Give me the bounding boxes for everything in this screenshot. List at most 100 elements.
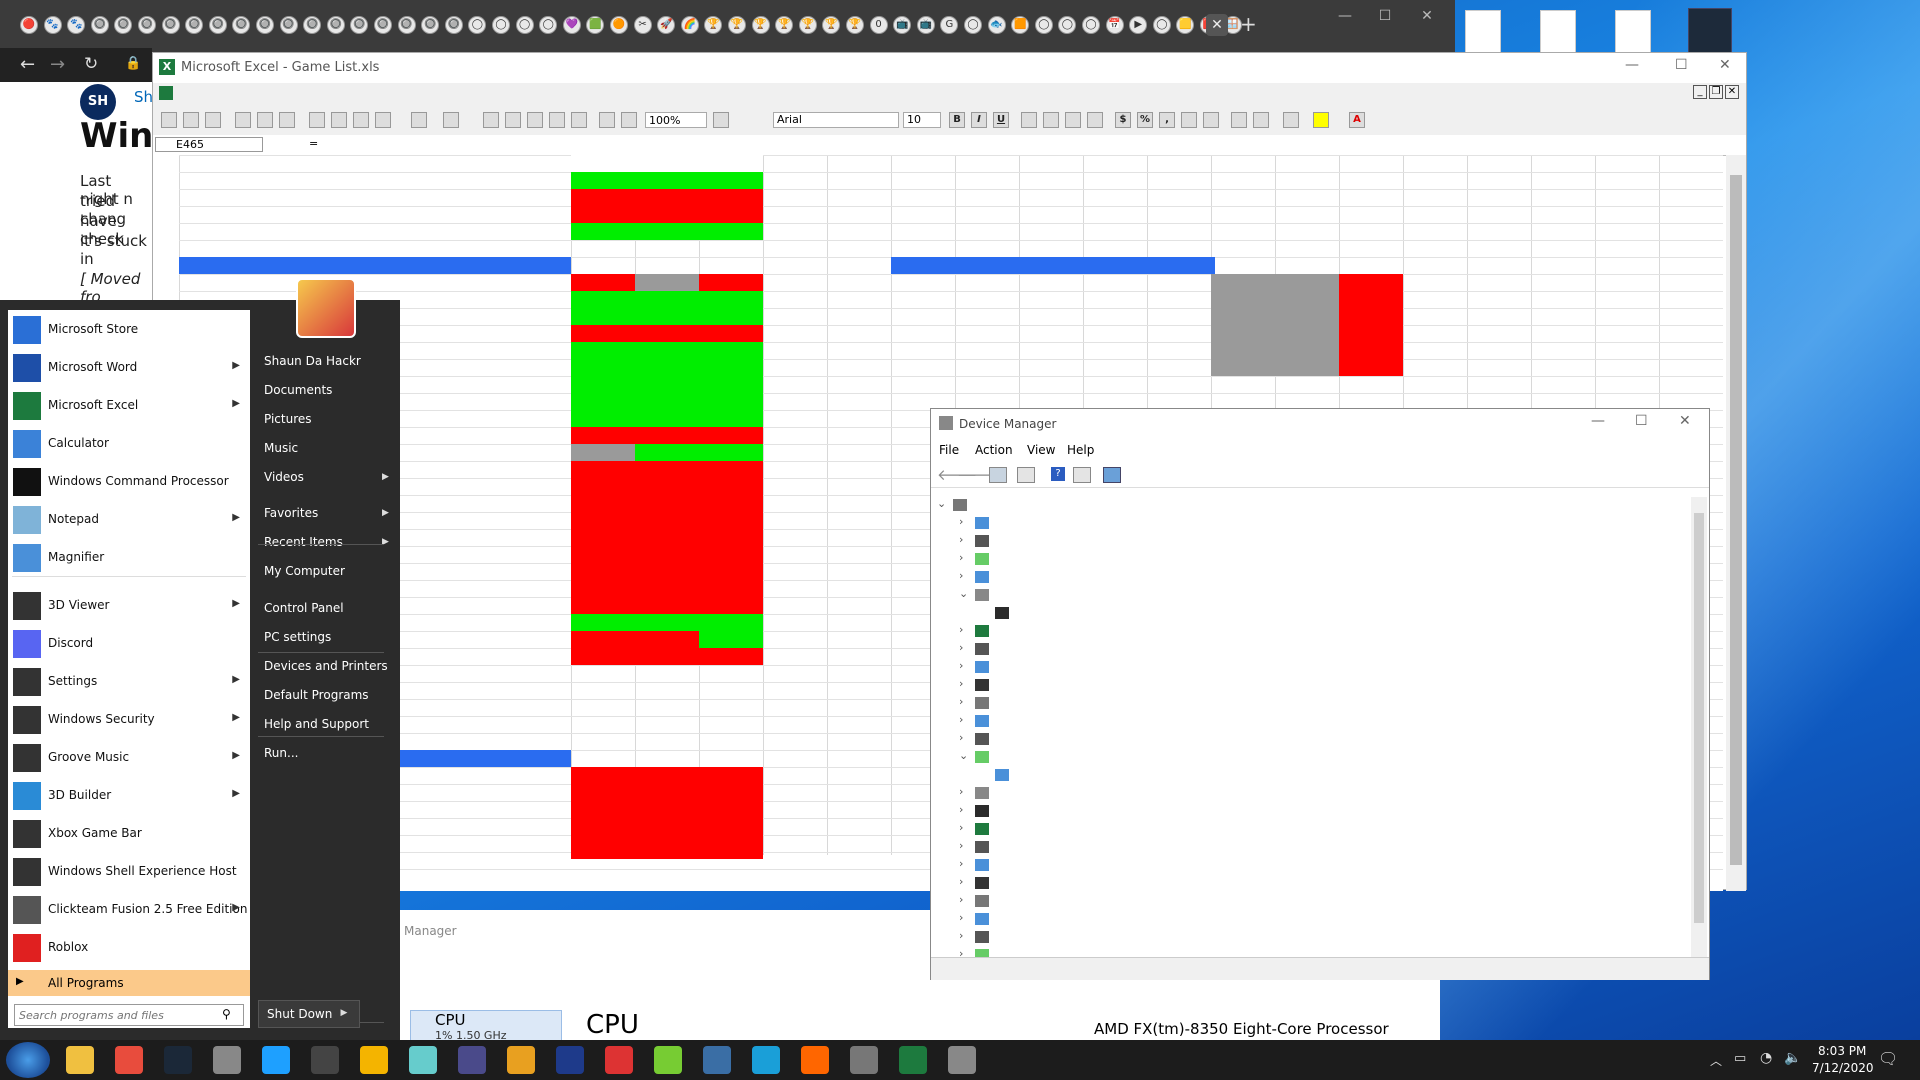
paste-icon[interactable] <box>353 112 369 128</box>
help-icon[interactable]: ? <box>1051 467 1065 481</box>
device-category-icon[interactable] <box>975 823 989 835</box>
tree-expand-icon[interactable]: ⌄ <box>959 749 968 762</box>
taskbar-app-icon[interactable] <box>654 1046 682 1074</box>
start-item[interactable]: 3D Viewer ▶ <box>8 588 250 624</box>
tree-expand-icon[interactable]: › <box>959 713 963 726</box>
tab-favicon-icon[interactable]: ▶ <box>1129 16 1148 34</box>
tab-favicon-icon[interactable]: 🔘 <box>114 16 133 34</box>
tab-favicon-icon[interactable]: ◯ <box>468 16 487 34</box>
device-category-icon[interactable] <box>975 751 989 763</box>
places-item[interactable]: Videos <box>264 470 304 484</box>
view-icon[interactable] <box>1073 467 1091 483</box>
places-item[interactable]: Favorites <box>264 506 318 520</box>
tab-favicon-icon[interactable]: 🚀 <box>657 16 676 34</box>
places-item[interactable]: Control Panel <box>264 601 344 615</box>
taskbar-app-icon[interactable] <box>115 1046 143 1074</box>
underline-button[interactable]: U <box>993 112 1009 128</box>
spreadsheet-cell[interactable] <box>571 274 635 291</box>
device-category-icon[interactable] <box>975 913 989 925</box>
tab-favicon-icon[interactable]: 📺 <box>893 16 912 34</box>
comma-button[interactable]: , <box>1159 112 1175 128</box>
decrease-decimal-icon[interactable] <box>1203 112 1219 128</box>
start-item[interactable]: Xbox Game Bar <box>8 816 250 852</box>
start-item[interactable]: Calculator <box>8 426 250 462</box>
tab-favicon-icon[interactable]: ◯ <box>1082 16 1100 34</box>
device-category-icon[interactable] <box>995 769 1009 781</box>
device-category-icon[interactable] <box>975 895 989 907</box>
tree-expand-icon[interactable]: › <box>959 515 963 528</box>
taskbar-app-icon[interactable] <box>752 1046 780 1074</box>
tab-favicon-icon[interactable]: 🟨 <box>1176 16 1195 34</box>
minimize-icon[interactable]: — <box>1591 413 1605 429</box>
menu-action[interactable]: Action <box>975 443 1013 457</box>
notifications-icon[interactable]: 🗨 <box>1878 1049 1898 1068</box>
device-category-icon[interactable] <box>995 607 1009 619</box>
device-category-icon[interactable] <box>975 589 989 601</box>
doc-minimize-icon[interactable]: _ <box>1693 85 1707 99</box>
scroll-thumb[interactable] <box>1694 513 1704 923</box>
scan-hardware-icon[interactable] <box>1103 467 1121 483</box>
spreadsheet-cell[interactable] <box>571 155 763 172</box>
merge-center-icon[interactable] <box>1087 112 1103 128</box>
tab-favicon-icon[interactable]: 🔘 <box>326 16 345 34</box>
taskbar-app-icon[interactable] <box>164 1046 192 1074</box>
start-item[interactable]: Groove Music ▶ <box>8 740 250 776</box>
function-icon[interactable] <box>527 112 543 128</box>
taskbar-app-icon[interactable] <box>311 1046 339 1074</box>
tab-favicon-icon[interactable]: 🐟 <box>987 16 1006 34</box>
menu-file[interactable]: File <box>939 443 959 457</box>
font-size-select[interactable]: 10 <box>903 112 941 128</box>
tree-expand-icon[interactable]: ⌄ <box>937 497 946 510</box>
decrease-indent-icon[interactable] <box>1231 112 1247 128</box>
device-category-icon[interactable] <box>975 517 989 529</box>
taskbar-app-icon[interactable] <box>899 1046 927 1074</box>
tab-favicon-icon[interactable]: ✂ <box>633 16 652 34</box>
tree-expand-icon[interactable]: › <box>959 533 963 546</box>
tab-favicon-icon[interactable]: 🔘 <box>279 16 298 34</box>
new-tab-button[interactable]: + <box>1240 12 1257 36</box>
tab-favicon-icon[interactable]: 🏆 <box>822 16 841 34</box>
tree-expand-icon[interactable]: › <box>959 803 963 816</box>
tree-expand-icon[interactable]: › <box>959 785 963 798</box>
tab-favicon-icon[interactable]: 🏆 <box>775 16 794 34</box>
tab-favicon-icon[interactable]: 🏆 <box>751 16 770 34</box>
tab-favicon-icon[interactable]: 🔘 <box>185 16 204 34</box>
volume-icon[interactable]: 🔈 <box>1784 1050 1801 1066</box>
places-item[interactable]: Documents <box>264 383 332 397</box>
undo-icon[interactable] <box>411 112 427 128</box>
borders-icon[interactable] <box>1283 112 1299 128</box>
tab-favicon-icon[interactable]: G <box>940 16 959 34</box>
tab-favicon-icon[interactable]: 📺 <box>916 16 935 34</box>
drawing-icon[interactable] <box>621 112 637 128</box>
tab-favicon-icon[interactable]: 🔘 <box>161 16 180 34</box>
align-center-icon[interactable] <box>1043 112 1059 128</box>
desktop-file-icon[interactable] <box>1540 10 1576 56</box>
places-item[interactable]: Pictures <box>264 412 312 426</box>
device-category-icon[interactable] <box>975 931 989 943</box>
start-item[interactable]: 3D Builder ▶ <box>8 778 250 814</box>
taskbar-app-icon[interactable] <box>556 1046 584 1074</box>
start-item[interactable]: Clickteam Fusion 2.5 Free Edition ▶ <box>8 892 250 928</box>
taskbar-app-icon[interactable] <box>409 1046 437 1074</box>
device-tree-scrollbar[interactable] <box>1691 497 1707 957</box>
align-right-icon[interactable] <box>1065 112 1081 128</box>
tab-favicon-icon[interactable]: 🟧 <box>1011 16 1030 34</box>
start-item[interactable]: Notepad ▶ <box>8 502 250 538</box>
currency-button[interactable]: $ <box>1115 112 1131 128</box>
menu-view[interactable]: View <box>1027 443 1055 457</box>
font-color-icon[interactable]: A <box>1349 112 1365 128</box>
taskbar-app-icon[interactable] <box>458 1046 486 1074</box>
hyperlink-icon[interactable] <box>483 112 499 128</box>
tab-favicon-icon[interactable]: 📅 <box>1105 16 1124 34</box>
tree-expand-icon[interactable]: › <box>959 569 963 582</box>
tree-expand-icon[interactable]: › <box>959 641 963 654</box>
device-category-icon[interactable] <box>975 625 989 637</box>
start-item[interactable]: Roblox <box>8 930 250 966</box>
device-category-icon[interactable] <box>953 499 967 511</box>
scroll-thumb[interactable] <box>1730 175 1742 865</box>
tab-favicon-icon[interactable]: 🏆 <box>798 16 817 34</box>
tab-favicon-icon[interactable]: 🟩 <box>586 16 605 34</box>
places-item[interactable]: Recent Items <box>264 535 343 549</box>
cpu-tile[interactable]: CPU 1% 1.50 GHz <box>410 1010 562 1042</box>
close-icon[interactable]: ✕ <box>1719 57 1731 73</box>
